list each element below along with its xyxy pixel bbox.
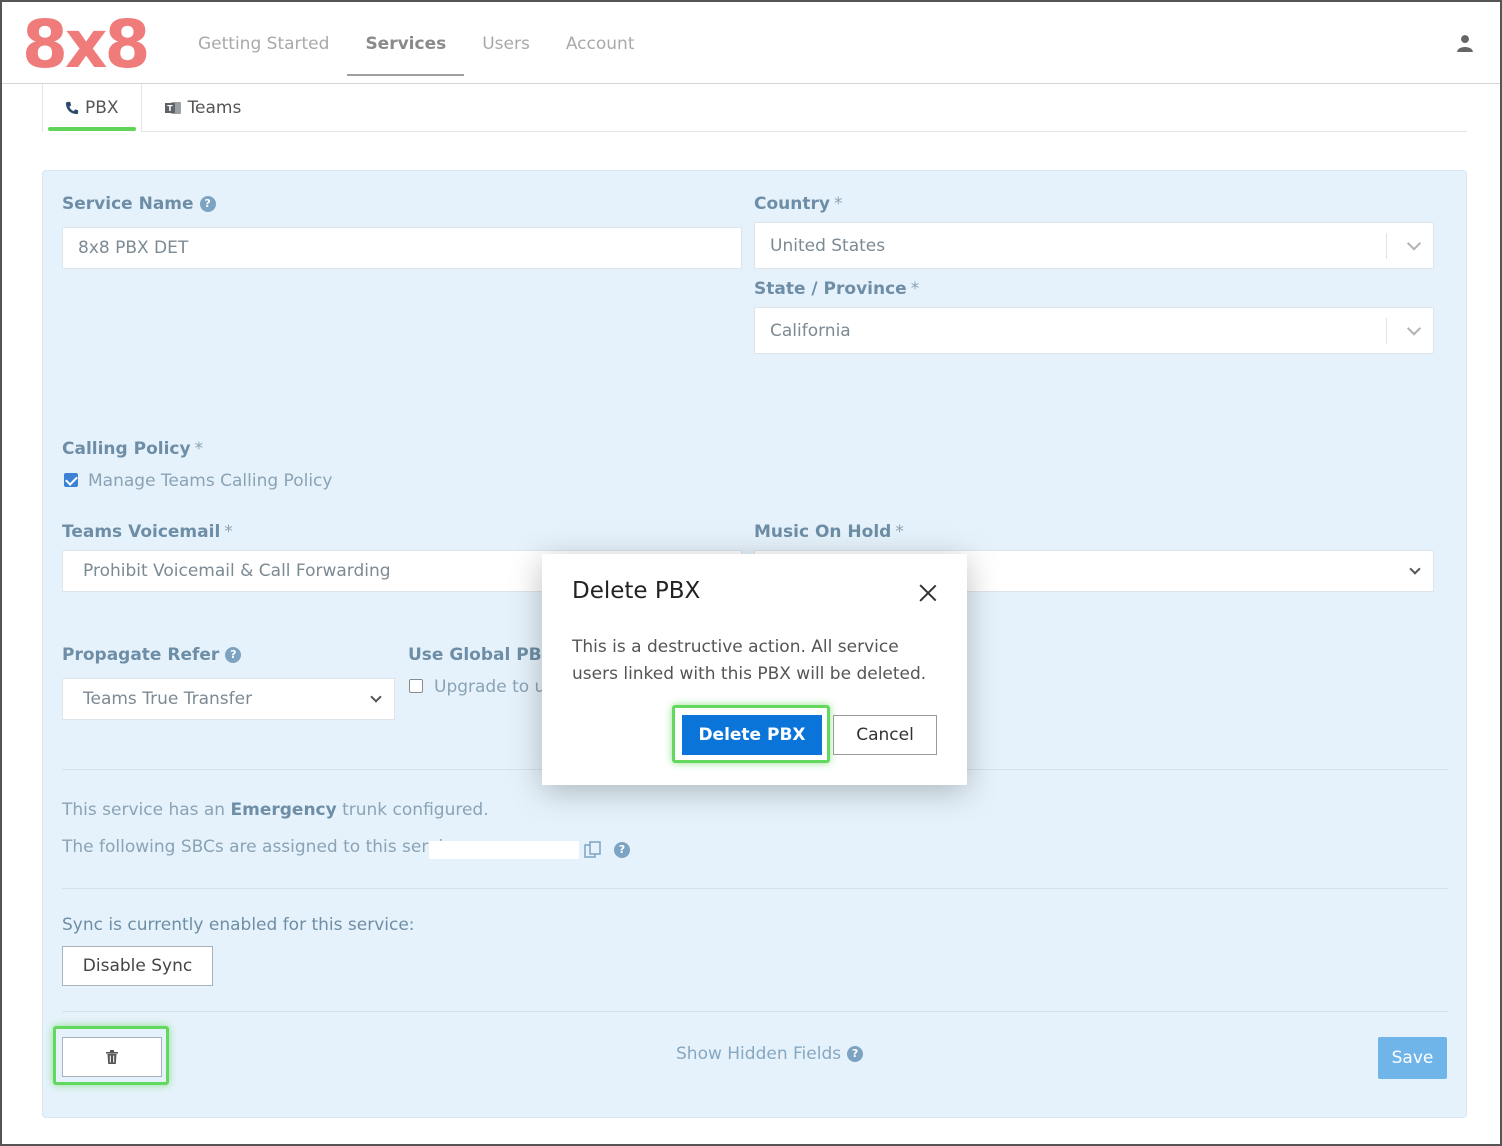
teams-voicemail-label: Teams Voicemail *	[62, 522, 233, 542]
state-label: State / Province *	[754, 279, 920, 299]
divider	[62, 1011, 1448, 1012]
dialog-title: Delete PBX	[572, 578, 701, 604]
sbc-list-value	[429, 841, 579, 859]
calling-policy-checkbox[interactable]	[64, 473, 78, 487]
sbc-assigned-text: The following SBCs are assigned to this …	[62, 837, 469, 857]
dialog-message: This is a destructive action. All servic…	[572, 637, 927, 684]
chevron-down-icon	[1406, 320, 1422, 336]
tab-pbx-label: PBX	[85, 98, 119, 118]
logo: 8x8	[22, 6, 150, 83]
disable-sync-button[interactable]: Disable Sync	[62, 946, 213, 986]
country-label: Country *	[754, 194, 843, 214]
state-select[interactable]: California	[754, 307, 1434, 354]
cancel-button[interactable]: Cancel	[833, 715, 937, 755]
save-button[interactable]: Save	[1378, 1037, 1447, 1079]
calling-policy-label: Calling Policy *	[62, 439, 204, 459]
nav-services[interactable]: Services	[347, 2, 465, 76]
nav-users[interactable]: Users	[464, 2, 548, 76]
top-header: 8x8 Getting Started Services Users Accou…	[2, 2, 1500, 84]
help-icon[interactable]: ?	[614, 842, 630, 858]
music-on-hold-label: Music On Hold *	[754, 522, 904, 542]
divider	[62, 888, 1448, 889]
select-divider	[1386, 318, 1387, 344]
service-name-input[interactable]: 8x8 PBX DET	[62, 227, 742, 269]
chevron-down-icon	[1409, 563, 1421, 575]
main-nav: Getting Started Services Users Account	[180, 2, 652, 84]
service-tabs: PBX T Teams	[42, 84, 1467, 132]
delete-button-highlight	[53, 1026, 169, 1085]
user-icon[interactable]	[1456, 34, 1474, 52]
copy-icon[interactable]	[583, 840, 603, 860]
chevron-down-icon	[370, 691, 382, 703]
nav-account[interactable]: Account	[548, 2, 653, 76]
tab-pbx[interactable]: PBX	[42, 84, 142, 132]
active-tab-highlight	[48, 127, 136, 131]
delete-pbx-dialog: Delete PBX This is a destructive action.…	[542, 554, 967, 785]
tab-teams[interactable]: T Teams	[142, 84, 264, 132]
propagate-refer-select[interactable]: Teams True Transfer	[62, 678, 395, 720]
use-global-pbx-label: Use Global PBX	[408, 645, 555, 665]
use-global-pbx-checkbox-label: Upgrade to us	[434, 677, 555, 697]
phone-icon	[65, 101, 79, 115]
service-name-label: Service Name?	[62, 194, 216, 214]
show-hidden-fields-link[interactable]: Show Hidden Fields?	[676, 1044, 864, 1064]
country-select[interactable]: United States	[754, 222, 1434, 269]
help-icon[interactable]: ?	[847, 1046, 864, 1062]
emergency-trunk-text: This service has an Emergency trunk conf…	[62, 800, 489, 820]
tab-teams-label: Teams	[187, 98, 242, 118]
svg-text:T: T	[167, 104, 173, 113]
select-divider	[1386, 233, 1387, 259]
help-icon[interactable]: ?	[225, 647, 242, 663]
close-icon[interactable]	[919, 584, 937, 602]
help-icon[interactable]: ?	[199, 196, 216, 212]
calling-policy-checkbox-label: Manage Teams Calling Policy	[88, 471, 333, 491]
sync-status-text: Sync is currently enabled for this servi…	[62, 915, 415, 935]
confirm-delete-pbx-button[interactable]: Delete PBX	[682, 715, 822, 755]
propagate-refer-label: Propagate Refer?	[62, 645, 242, 665]
nav-getting-started[interactable]: Getting Started	[180, 2, 347, 76]
use-global-pbx-checkbox[interactable]	[409, 679, 423, 693]
teams-icon: T	[164, 102, 181, 114]
chevron-down-icon	[1406, 235, 1422, 251]
